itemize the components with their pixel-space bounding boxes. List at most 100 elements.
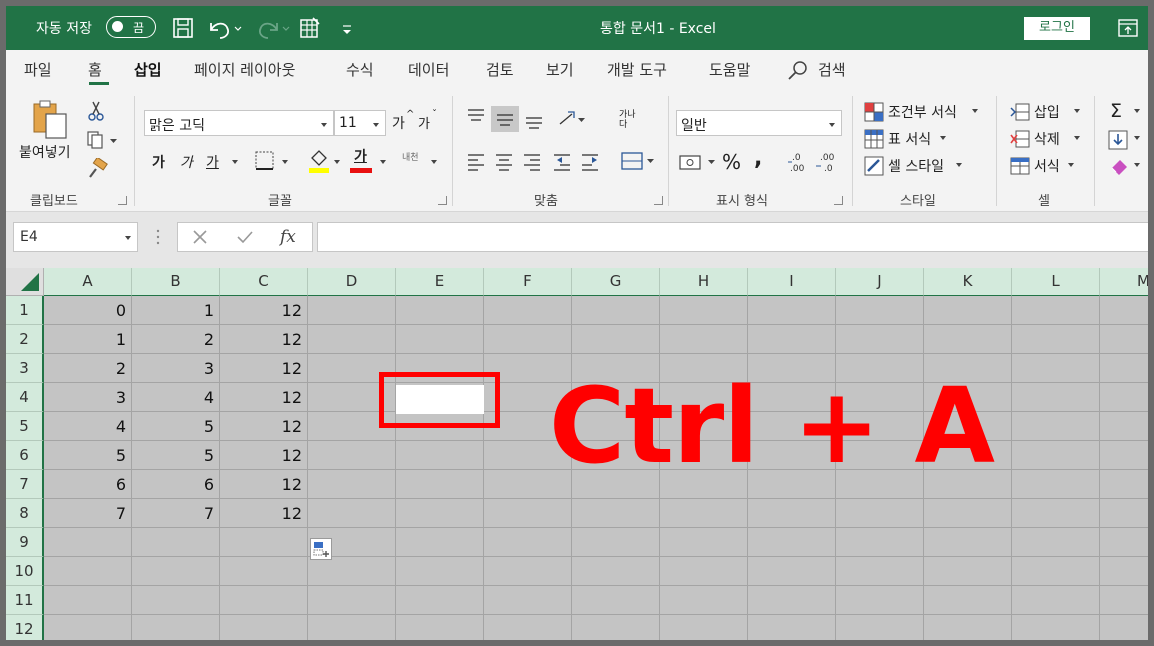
row-header-6[interactable]: 6: [6, 441, 44, 470]
insert-function-icon[interactable]: fx: [280, 227, 296, 247]
chevron-down-icon[interactable]: [956, 163, 962, 167]
cell-c1[interactable]: 12: [220, 296, 308, 325]
chevron-down-icon[interactable]: [1074, 109, 1080, 113]
column-header-a[interactable]: A: [44, 268, 132, 296]
cancel-icon[interactable]: [192, 229, 208, 245]
tab-formulas[interactable]: 수식: [346, 59, 374, 80]
row-header-5[interactable]: 5: [6, 412, 44, 441]
save-icon[interactable]: [171, 16, 195, 40]
cell-styles-button[interactable]: 셀 스타일: [888, 156, 944, 176]
tab-insert[interactable]: 삽입: [134, 59, 162, 80]
horizontal-align-icons[interactable]: [464, 150, 654, 174]
conditional-formatting-button[interactable]: 조건부 서식: [888, 102, 957, 122]
tab-view[interactable]: 보기: [546, 59, 574, 80]
row-header-1[interactable]: 1: [6, 296, 44, 325]
underline-button[interactable]: 가: [206, 152, 219, 172]
number-launcher-icon[interactable]: [834, 196, 843, 205]
tab-review[interactable]: 검토: [486, 59, 514, 80]
column-header-h[interactable]: H: [660, 268, 748, 296]
autosum-icon[interactable]: Σ: [1110, 100, 1122, 122]
cell-a5[interactable]: 4: [44, 412, 132, 441]
column-header-i[interactable]: I: [748, 268, 836, 296]
cell-c4[interactable]: 12: [220, 383, 308, 412]
tab-data[interactable]: 데이터: [408, 59, 449, 80]
cell-a7[interactable]: 6: [44, 470, 132, 499]
font-color-button[interactable]: 가: [354, 146, 367, 166]
bold-button[interactable]: 가: [152, 152, 165, 172]
name-box[interactable]: E4: [13, 222, 138, 252]
clear-icon[interactable]: [1108, 156, 1130, 176]
column-header-d[interactable]: D: [308, 268, 396, 296]
accounting-format-icon[interactable]: [678, 150, 718, 174]
ribbon-display-icon[interactable]: [1118, 19, 1138, 37]
decrease-font-size-button[interactable]: 가: [418, 113, 430, 132]
column-header-c[interactable]: C: [220, 268, 308, 296]
cell-a1[interactable]: 0: [44, 296, 132, 325]
cell-b4[interactable]: 4: [132, 383, 220, 412]
worksheet-grid[interactable]: A B C D E F G H I J K L M 1 2 3 4 5 6 7 …: [6, 268, 1148, 640]
autosave-toggle[interactable]: 끔: [106, 16, 156, 38]
chevron-down-icon[interactable]: [1134, 109, 1140, 113]
chevron-down-icon[interactable]: [1074, 136, 1080, 140]
format-cells-button[interactable]: 서식: [1034, 156, 1060, 176]
insert-cells-icon[interactable]: [1010, 102, 1030, 122]
chevron-down-icon[interactable]: [940, 136, 946, 140]
wrap-text-button[interactable]: 가나다: [619, 110, 641, 130]
cut-icon[interactable]: [86, 100, 106, 122]
row-header-12[interactable]: 12: [6, 615, 44, 640]
conditional-formatting-icon[interactable]: [864, 102, 884, 122]
cell-b7[interactable]: 6: [132, 470, 220, 499]
chevron-down-icon[interactable]: [380, 160, 386, 164]
chevron-down-icon[interactable]: [1068, 163, 1074, 167]
font-name-select[interactable]: 맑은 고딕: [144, 110, 334, 136]
chevron-down-icon[interactable]: [334, 160, 340, 164]
cell-a6[interactable]: 5: [44, 441, 132, 470]
column-header-k[interactable]: K: [924, 268, 1012, 296]
phonetic-guide-button[interactable]: 내천: [402, 150, 419, 163]
cell-b6[interactable]: 5: [132, 441, 220, 470]
fill-color-icon[interactable]: [308, 148, 330, 174]
tab-home[interactable]: 홈: [88, 59, 102, 80]
column-header-b[interactable]: B: [132, 268, 220, 296]
format-cells-icon[interactable]: [1010, 156, 1030, 176]
alignment-launcher-icon[interactable]: [654, 196, 663, 205]
tab-page-layout[interactable]: 페이지 레이아웃: [194, 59, 295, 80]
chevron-down-icon[interactable]: [232, 160, 238, 164]
chevron-down-icon[interactable]: [1134, 136, 1140, 140]
insert-cells-button[interactable]: 삽입: [1034, 102, 1060, 122]
column-header-g[interactable]: G: [572, 268, 660, 296]
column-header-l[interactable]: L: [1012, 268, 1100, 296]
row-header-11[interactable]: 11: [6, 586, 44, 615]
undo-icon[interactable]: [206, 16, 244, 40]
cell-b2[interactable]: 2: [132, 325, 220, 354]
search-label[interactable]: 검색: [818, 59, 846, 80]
borders-icon[interactable]: [254, 150, 276, 172]
clipboard-launcher-icon[interactable]: [118, 196, 127, 205]
format-as-table-icon[interactable]: [864, 129, 884, 149]
tab-developer[interactable]: 개발 도구: [607, 59, 667, 80]
column-header-f[interactable]: F: [484, 268, 572, 296]
copy-icon[interactable]: [86, 130, 118, 150]
chevron-down-icon[interactable]: [431, 160, 437, 164]
cell-a3[interactable]: 2: [44, 354, 132, 383]
drag-handle-icon[interactable]: [154, 228, 162, 246]
chevron-down-icon[interactable]: [972, 109, 978, 113]
cell-c5[interactable]: 12: [220, 412, 308, 441]
font-launcher-icon[interactable]: [438, 196, 447, 205]
row-header-9[interactable]: 9: [6, 528, 44, 557]
cell-b8[interactable]: 7: [132, 499, 220, 528]
paste-icon[interactable]: [30, 98, 72, 140]
search-icon[interactable]: [787, 60, 809, 80]
cell-a2[interactable]: 1: [44, 325, 132, 354]
quick-analysis-button[interactable]: [310, 538, 332, 560]
row-header-10[interactable]: 10: [6, 557, 44, 586]
row-header-2[interactable]: 2: [6, 325, 44, 354]
cell-a4[interactable]: 3: [44, 383, 132, 412]
vertical-align-icons[interactable]: [464, 106, 624, 132]
percent-style-button[interactable]: %: [722, 150, 741, 174]
chevron-down-icon[interactable]: [1134, 163, 1140, 167]
increase-font-size-button[interactable]: 가: [392, 113, 405, 133]
paste-label[interactable]: 붙여넣기: [19, 142, 71, 162]
select-all-button[interactable]: [6, 268, 44, 296]
number-format-select[interactable]: 일반: [676, 110, 842, 136]
